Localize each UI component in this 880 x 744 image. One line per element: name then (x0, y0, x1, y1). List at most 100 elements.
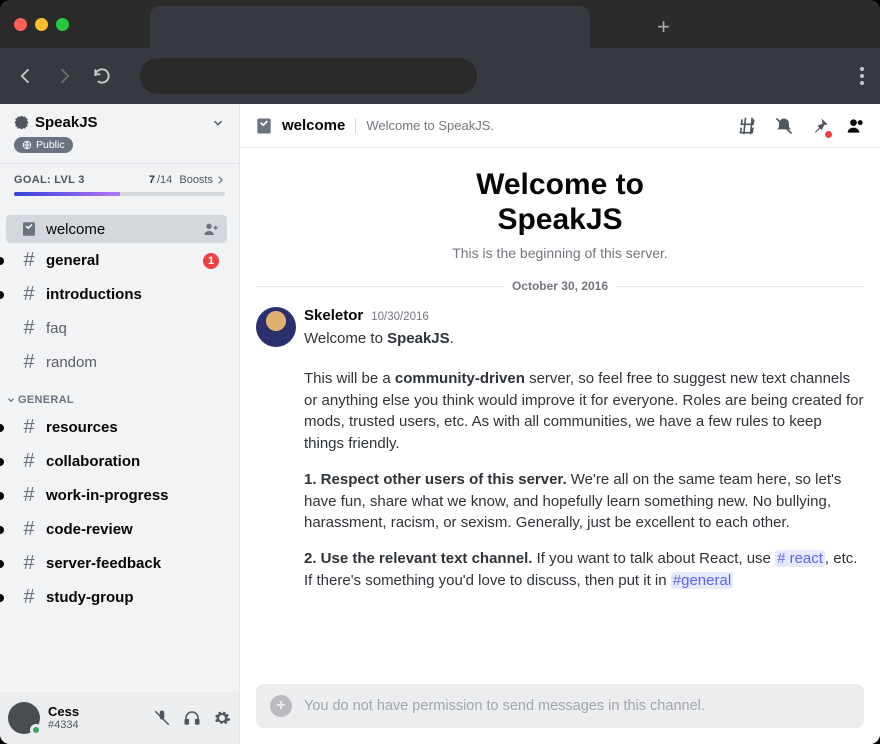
unread-indicator (0, 458, 4, 466)
pinned-messages-button[interactable] (810, 116, 830, 136)
channel-general[interactable]: #general1 (6, 244, 227, 277)
category-label: GENERAL (18, 394, 74, 406)
channel-label: study-group (46, 589, 134, 606)
boost-panel[interactable]: GOAL: LVL 3 7/14 Boosts (0, 164, 239, 208)
rules-icon (20, 220, 38, 238)
traffic-lights (14, 18, 69, 31)
message-content: Welcome to SpeakJS. This will be a commu… (304, 328, 864, 592)
channel-label: welcome (46, 221, 105, 238)
hash-icon: # (20, 283, 38, 306)
channel-faq[interactable]: # faq (6, 312, 227, 345)
hash-icon: # (20, 450, 38, 473)
main-content: welcome Welcome to SpeakJS. Welcome toSp… (240, 104, 880, 744)
channel-introductions[interactable]: # introductions (6, 278, 227, 311)
channel-label: faq (46, 320, 67, 337)
channel-topic[interactable]: Welcome to SpeakJS. (355, 118, 494, 133)
channel-welcome[interactable]: welcome (6, 215, 227, 243)
deafen-button[interactable] (183, 709, 201, 727)
notification-dot-icon (825, 131, 832, 138)
unread-indicator (0, 257, 4, 265)
channel-resources[interactable]: # resources (6, 411, 227, 444)
channel-label: random (46, 354, 97, 371)
boost-goal: GOAL: LVL 3 (14, 174, 85, 186)
message-timestamp: 10/30/2016 (371, 311, 429, 323)
unread-indicator (0, 291, 4, 299)
unread-indicator (0, 560, 4, 568)
channel-label: resources (46, 419, 118, 436)
channel-name: welcome (282, 117, 345, 134)
boost-count: 7/14 Boosts (149, 174, 225, 186)
user-name: Cess (48, 705, 79, 719)
create-invite-button[interactable] (203, 221, 219, 237)
message-composer: + You do not have permission to send mes… (256, 684, 864, 728)
close-window-button[interactable] (14, 18, 27, 31)
message-scroller[interactable]: Welcome toSpeakJS This is the beginning … (240, 148, 880, 684)
hash-icon: # (20, 416, 38, 439)
back-button[interactable] (16, 66, 36, 86)
channel-header: welcome Welcome to SpeakJS. (240, 104, 880, 148)
channel-label: code-review (46, 521, 133, 538)
divider-date: October 30, 2016 (512, 279, 608, 293)
public-label: Public (36, 139, 65, 151)
maximize-window-button[interactable] (56, 18, 69, 31)
member-list-button[interactable] (846, 116, 866, 136)
user-tag: #4334 (48, 719, 79, 731)
channel-label: server-feedback (46, 555, 161, 572)
channel-code-review[interactable]: # code-review (6, 513, 227, 546)
channel-list[interactable]: welcome#general1#introductions#faq#rando… (0, 208, 239, 692)
minimize-window-button[interactable] (35, 18, 48, 31)
welcome-subtitle: This is the beginning of this server. (256, 245, 864, 261)
forward-button[interactable] (54, 66, 74, 86)
channel-mention[interactable]: # react (775, 550, 825, 567)
mute-button[interactable] (153, 709, 171, 727)
category-header-general[interactable]: GENERAL (0, 380, 233, 410)
channel-label: collaboration (46, 453, 140, 470)
settings-button[interactable] (213, 709, 231, 727)
channel-mention[interactable]: #general (671, 572, 733, 589)
browser-tab[interactable] (150, 6, 590, 48)
channel-random[interactable]: #random (6, 346, 227, 379)
discord-app: SpeakJS Public GOAL: LVL 3 (0, 104, 880, 744)
message-author[interactable]: Skeletor (304, 307, 363, 324)
channel-collaboration[interactable]: # collaboration (6, 445, 227, 478)
channel-label: general (46, 252, 99, 269)
server-name: SpeakJS (35, 114, 98, 131)
members-icon (846, 116, 866, 136)
new-tab-button[interactable]: + (657, 14, 670, 40)
public-badge: Public (14, 137, 73, 153)
composer-placeholder: You do not have permission to send messa… (304, 698, 705, 714)
channel-label: work-in-progress (46, 487, 169, 504)
notifications-button[interactable] (774, 116, 794, 136)
channel-work-in-progress[interactable]: # work-in-progress (6, 479, 227, 512)
channel-sidebar: SpeakJS Public GOAL: LVL 3 (0, 104, 240, 744)
user-panel: Cess #4334 (0, 692, 239, 744)
hash-icon: # (20, 317, 38, 340)
attach-button: + (270, 695, 292, 717)
channel-label: introductions (46, 286, 142, 303)
message: Skeletor 10/30/2016 Welcome to SpeakJS. … (256, 305, 864, 596)
unread-indicator (0, 492, 4, 500)
chevron-down-icon (211, 116, 225, 130)
url-bar[interactable] (140, 58, 477, 94)
mention-badge: 1 (203, 253, 219, 269)
titlebar: + (0, 0, 880, 48)
hash-icon: # (20, 552, 38, 575)
reload-button[interactable] (92, 66, 112, 86)
globe-icon (22, 140, 32, 150)
unread-indicator (0, 594, 4, 602)
server-header[interactable]: SpeakJS Public (0, 104, 239, 164)
date-divider: October 30, 2016 (256, 279, 864, 293)
browser-window: + SpeakJS (0, 0, 880, 744)
status-online-icon (30, 724, 42, 736)
message-avatar[interactable] (256, 307, 296, 347)
hash-icon: # (20, 518, 38, 541)
user-avatar[interactable] (8, 702, 40, 734)
threads-button[interactable] (738, 116, 758, 136)
unread-indicator (0, 526, 4, 534)
channel-study-group[interactable]: #study-group (6, 581, 227, 614)
hash-icon: # (20, 484, 38, 507)
browser-menu-button[interactable] (860, 67, 864, 85)
browser-toolbar (0, 48, 880, 104)
gear-icon (213, 709, 231, 727)
channel-server-feedback[interactable]: # server-feedback (6, 547, 227, 580)
